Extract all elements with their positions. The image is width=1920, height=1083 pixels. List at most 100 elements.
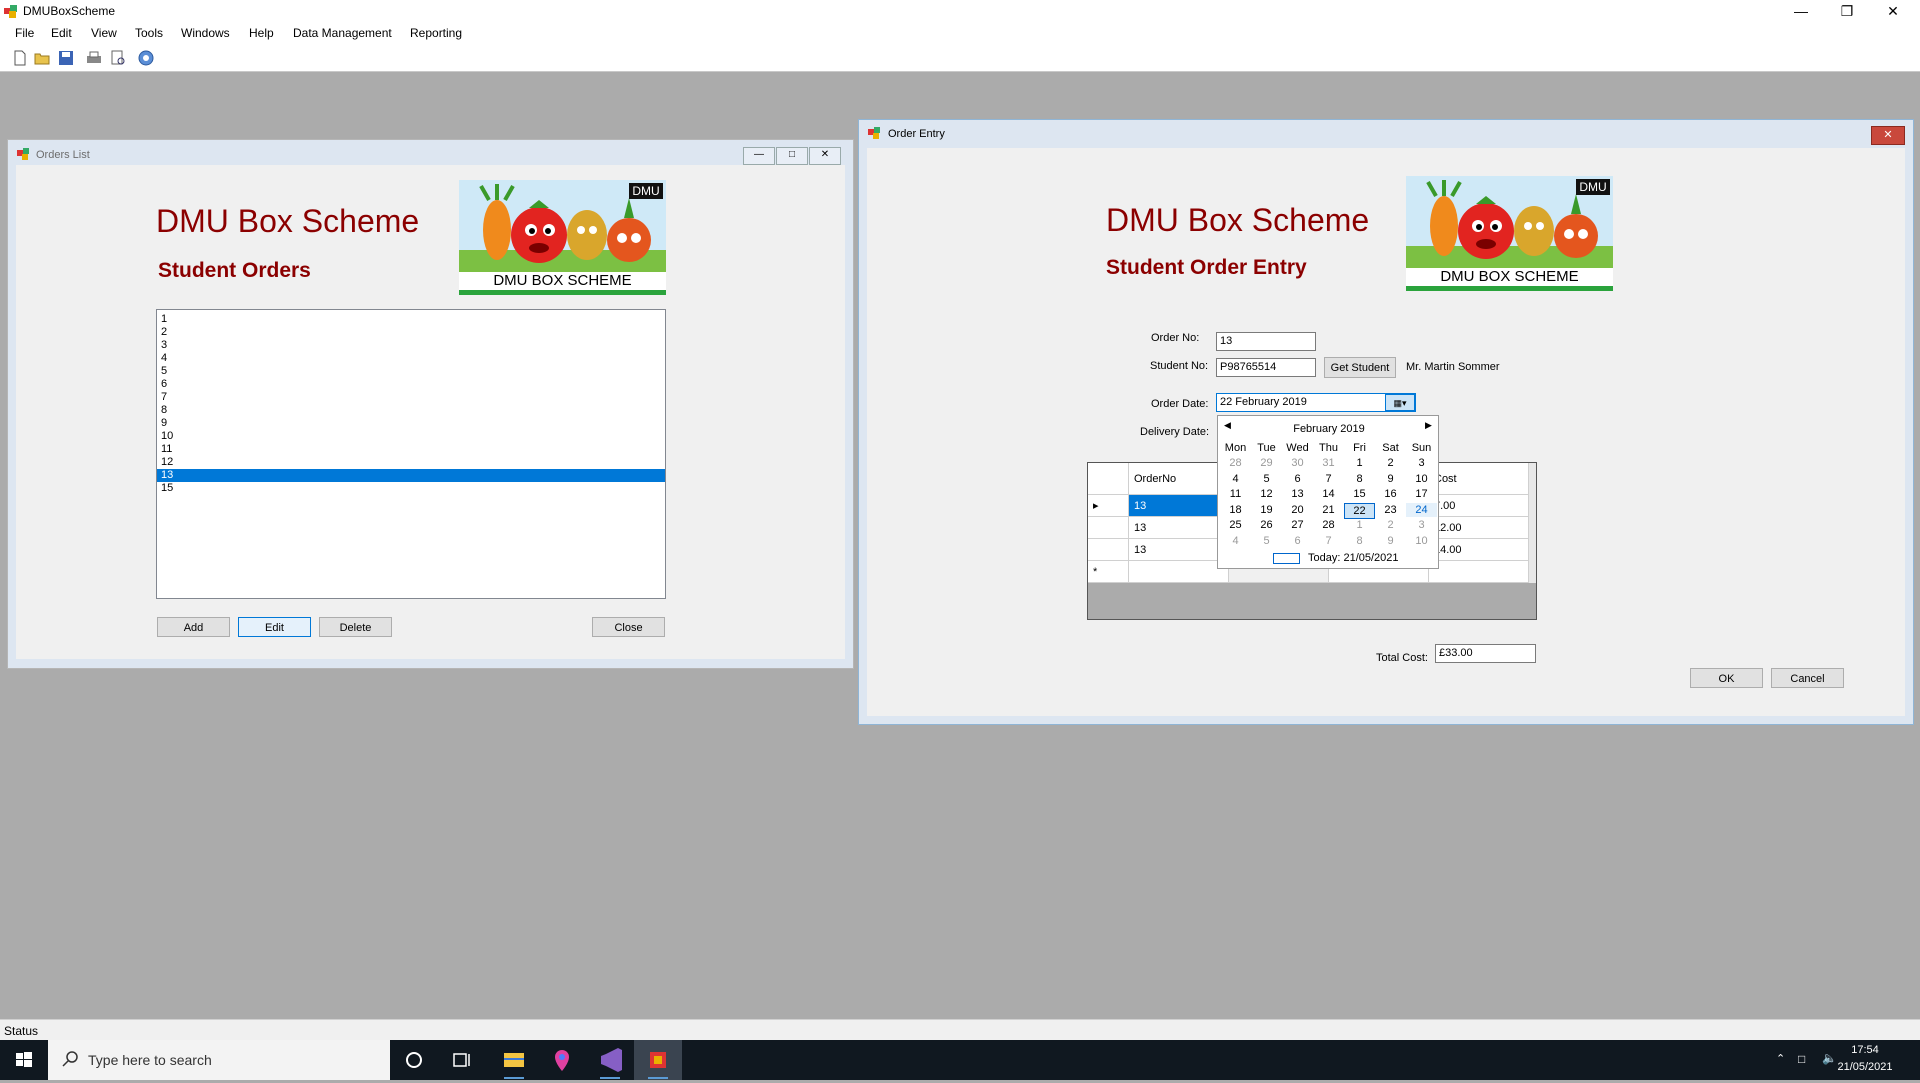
show-hidden-icons-icon[interactable]: ⌃ <box>1776 1052 1785 1065</box>
minimize-button[interactable]: — <box>743 147 775 165</box>
file-explorer-icon[interactable] <box>490 1040 538 1080</box>
list-item[interactable]: 5 <box>157 365 665 378</box>
cancel-button[interactable]: Cancel <box>1771 668 1844 688</box>
list-item[interactable]: 11 <box>157 443 665 456</box>
close-button[interactable]: ✕ <box>1871 126 1905 145</box>
calendar-day[interactable]: 5 <box>1251 472 1282 486</box>
cell-orderno[interactable]: 13 <box>1129 539 1229 561</box>
taskbar-search[interactable]: Type here to search <box>48 1040 390 1080</box>
calendar-day[interactable]: 15 <box>1344 487 1375 501</box>
vertical-scrollbar[interactable] <box>1529 463 1536 583</box>
row-header[interactable] <box>1088 539 1129 561</box>
calendar-day[interactable]: 27 <box>1282 518 1313 532</box>
new-row-header[interactable]: * <box>1088 561 1129 583</box>
calendar-day[interactable]: 26 <box>1251 518 1282 532</box>
dmuboxscheme-app-icon[interactable] <box>634 1040 682 1080</box>
calendar-day[interactable]: 7 <box>1313 534 1344 548</box>
list-item[interactable]: 3 <box>157 339 665 352</box>
calendar-day[interactable]: 9 <box>1375 534 1406 548</box>
close-button[interactable]: ✕ <box>1870 0 1916 23</box>
menu-help[interactable]: Help <box>249 26 274 40</box>
calendar-day[interactable]: 23 <box>1375 503 1406 517</box>
calendar-day[interactable]: 5 <box>1251 534 1282 548</box>
new-row-cell[interactable] <box>1429 561 1529 583</box>
calendar-day[interactable]: 6 <box>1282 534 1313 548</box>
calendar-day[interactable]: 22 <box>1344 502 1375 519</box>
list-item[interactable]: 8 <box>157 404 665 417</box>
list-item[interactable]: 7 <box>157 391 665 404</box>
calendar-day[interactable]: 24 <box>1406 502 1437 517</box>
row-header[interactable] <box>1088 517 1129 539</box>
cell-cost[interactable]: 12.00 <box>1429 517 1529 539</box>
calendar-day[interactable]: 2 <box>1375 518 1406 532</box>
month-calendar[interactable]: ◀ February 2019 ▶ Mon Tue Wed Thu Fri Sat Sun 2… <box>1217 415 1439 569</box>
calendar-day[interactable]: 21 <box>1313 503 1344 517</box>
calendar-day[interactable]: 3 <box>1406 518 1437 532</box>
maps-app-icon[interactable] <box>538 1040 586 1080</box>
calendar-day[interactable]: 3 <box>1406 456 1437 470</box>
cell-orderno[interactable]: 13 <box>1129 517 1229 539</box>
menu-view[interactable]: View <box>91 26 117 40</box>
menu-data-management[interactable]: Data Management <box>293 26 392 40</box>
list-item[interactable]: 6 <box>157 378 665 391</box>
maximize-button[interactable]: □ <box>776 147 808 165</box>
new-icon[interactable] <box>12 50 28 66</box>
calendar-day[interactable]: 20 <box>1282 503 1313 517</box>
calendar-day[interactable]: 8 <box>1344 534 1375 548</box>
delete-button[interactable]: Delete <box>319 617 392 637</box>
network-icon[interactable]: □ <box>1798 1052 1805 1066</box>
help-icon[interactable] <box>138 50 154 66</box>
orders-listbox[interactable]: 1 2 3 4 5 6 7 8 9 10 11 12 13 15 <box>156 309 666 599</box>
cell-cost[interactable]: 14.00 <box>1429 539 1529 561</box>
cortana-icon[interactable] <box>390 1040 438 1080</box>
calendar-day[interactable]: 11 <box>1220 487 1251 501</box>
list-item[interactable]: 10 <box>157 430 665 443</box>
calendar-day[interactable]: 1 <box>1344 456 1375 470</box>
calendar-day[interactable]: 28 <box>1313 518 1344 532</box>
calendar-day[interactable]: 10 <box>1406 472 1437 486</box>
clock-date[interactable]: 21/05/2021 <box>1830 1061 1900 1073</box>
cell-orderno[interactable]: 13 <box>1129 495 1229 517</box>
student-no-field[interactable]: P98765514 <box>1216 358 1316 377</box>
ok-button[interactable]: OK <box>1690 668 1763 688</box>
row-header-selected[interactable]: ▸ <box>1088 495 1129 517</box>
column-header-cost[interactable]: Cost <box>1429 463 1529 495</box>
calendar-today-label[interactable]: Today: 21/05/2021 <box>1308 552 1399 564</box>
minimize-button[interactable]: — <box>1778 0 1824 23</box>
calendar-day[interactable]: 12 <box>1251 487 1282 501</box>
calendar-day[interactable]: 25 <box>1220 518 1251 532</box>
print-preview-icon[interactable] <box>110 50 126 66</box>
menu-file[interactable]: File <box>15 26 34 40</box>
clock-time[interactable]: 17:54 <box>1830 1044 1900 1056</box>
total-cost-field[interactable]: £33.00 <box>1435 644 1536 663</box>
calendar-day[interactable]: 10 <box>1406 534 1437 548</box>
list-item[interactable]: 12 <box>157 456 665 469</box>
save-icon[interactable] <box>58 50 74 66</box>
list-item[interactable]: 13 <box>157 469 665 482</box>
edit-button[interactable]: Edit <box>238 617 311 637</box>
calendar-day[interactable]: 28 <box>1220 456 1251 470</box>
new-row-cell[interactable] <box>1129 561 1229 583</box>
menu-reporting[interactable]: Reporting <box>410 26 462 40</box>
calendar-day[interactable]: 8 <box>1344 472 1375 486</box>
list-item[interactable]: 1 <box>157 313 665 326</box>
calendar-day[interactable]: 18 <box>1220 503 1251 517</box>
menu-tools[interactable]: Tools <box>135 26 163 40</box>
calendar-day[interactable]: 13 <box>1282 487 1313 501</box>
column-header-orderno[interactable]: OrderNo <box>1129 463 1229 495</box>
calendar-day[interactable]: 16 <box>1375 487 1406 501</box>
list-item[interactable]: 9 <box>157 417 665 430</box>
calendar-day[interactable]: 19 <box>1251 503 1282 517</box>
list-item[interactable]: 2 <box>157 326 665 339</box>
calendar-day[interactable]: 4 <box>1220 472 1251 486</box>
order-no-field[interactable]: 13 <box>1216 332 1316 351</box>
task-view-icon[interactable] <box>438 1040 486 1080</box>
calendar-day[interactable]: 2 <box>1375 456 1406 470</box>
list-item[interactable]: 4 <box>157 352 665 365</box>
calendar-day[interactable]: 31 <box>1313 456 1344 470</box>
restore-button[interactable]: ❐ <box>1824 0 1870 23</box>
calendar-day[interactable]: 9 <box>1375 472 1406 486</box>
calendar-day[interactable]: 7 <box>1313 472 1344 486</box>
calendar-day[interactable]: 4 <box>1220 534 1251 548</box>
calendar-day[interactable]: 17 <box>1406 487 1437 501</box>
